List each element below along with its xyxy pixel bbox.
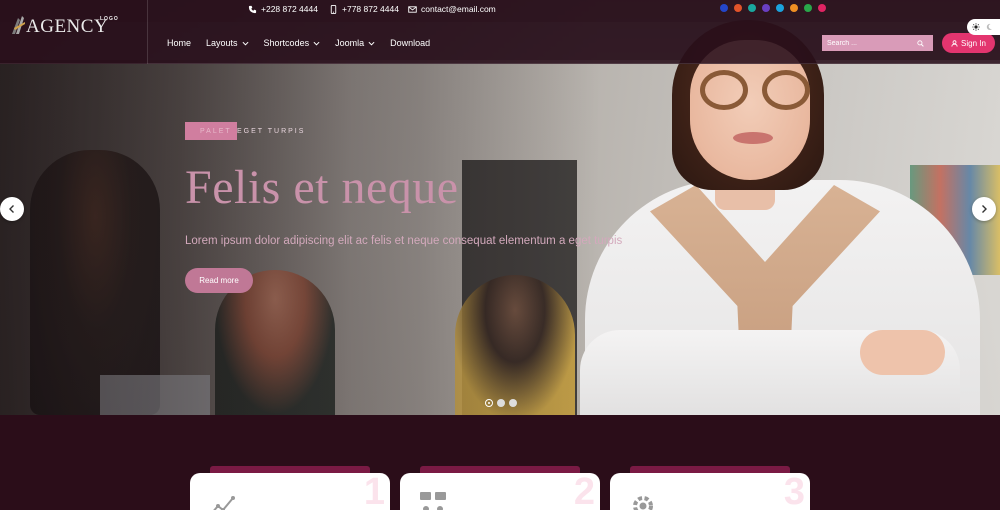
chevron-down-icon [368, 41, 375, 46]
mobile-icon [330, 4, 337, 14]
email-text: contact@email.com [421, 4, 496, 14]
theme-color-dot-2[interactable] [734, 4, 742, 12]
contact-email[interactable]: contact@email.com [408, 4, 496, 14]
main-navbar: AGENCY LOGO Home Layouts Shortcodes Joom… [0, 0, 1000, 64]
sun-icon [972, 23, 980, 31]
feature-card-number: 2 [573, 471, 595, 510]
nav-item-shortcodes[interactable]: Shortcodes [264, 38, 321, 48]
read-more-button[interactable]: Read more [185, 268, 253, 293]
slider-dot-1[interactable] [485, 399, 493, 407]
contact-phone-2[interactable]: +778 872 4444 [329, 4, 399, 14]
slider-dot-2[interactable] [497, 399, 505, 407]
users-chat-icon [420, 492, 446, 510]
theme-color-dot-8[interactable] [818, 4, 826, 12]
logo-text: AGENCY [26, 16, 109, 37]
nav-item-label: Download [390, 38, 431, 48]
nav-menu: Home Layouts Shortcodes Joomla Download [167, 22, 445, 64]
gear-icon [633, 496, 653, 510]
site-logo[interactable]: AGENCY LOGO [10, 14, 118, 37]
theme-color-dot-6[interactable] [790, 4, 798, 12]
logo-mark-icon [12, 16, 25, 34]
envelope-icon [408, 5, 417, 13]
slider-prev-button[interactable] [0, 197, 24, 221]
sign-in-label: Sign In [961, 38, 986, 48]
nav-item-layouts[interactable]: Layouts [206, 38, 249, 48]
contact-phone-1[interactable]: +228 872 4444 [248, 4, 318, 14]
woman-glasses [700, 70, 818, 110]
dark-mode-toggle[interactable] [967, 19, 1000, 35]
feature-card-number: 1 [363, 471, 385, 510]
theme-color-switcher [720, 4, 826, 12]
features-section: 1 2 3 [0, 415, 1000, 510]
feature-card-number: 3 [783, 471, 805, 510]
theme-color-dot-3[interactable] [748, 4, 756, 12]
theme-color-dot-5[interactable] [776, 4, 784, 12]
chevron-right-icon [982, 205, 987, 213]
feature-card[interactable]: 3 [610, 473, 810, 510]
search-input[interactable] [827, 39, 917, 47]
nav-item-joomla[interactable]: Joomla [335, 38, 375, 48]
chevron-left-icon [9, 205, 14, 213]
woman-hand [860, 330, 945, 375]
nav-item-download[interactable]: Download [390, 38, 430, 48]
nav-item-label: Joomla [335, 38, 365, 48]
feature-card[interactable]: 2 [400, 473, 600, 510]
top-bar: +228 872 4444 +778 872 4444 contact@emai… [0, 0, 1000, 22]
search-icon[interactable] [917, 39, 924, 47]
hero-title: Felis et neque [185, 161, 459, 214]
nav-item-label: Shortcodes [263, 38, 310, 48]
hero-badge: PALET EGET TURPIS [185, 122, 305, 140]
slider-dots [485, 399, 517, 407]
slider-dot-3[interactable] [509, 399, 517, 407]
sign-in-button[interactable]: Sign In [942, 33, 995, 53]
theme-color-dot-7[interactable] [804, 4, 812, 12]
hero-text: Lorem ipsum dolor adipiscing elit ac fel… [185, 235, 623, 247]
slider-next-button[interactable] [972, 197, 996, 221]
theme-color-dot-4[interactable] [762, 4, 770, 12]
woman-lips [733, 132, 773, 144]
nav-item-home[interactable]: Home [167, 38, 191, 48]
hero-badge-text: EGET TURPIS [237, 127, 306, 135]
phone-icon [248, 5, 257, 13]
nav-item-label: Layouts [206, 38, 238, 48]
search-box [822, 35, 933, 51]
phone-2-text: +778 872 4444 [342, 4, 399, 14]
theme-color-dot-1[interactable] [720, 4, 728, 12]
chart-icon [213, 496, 235, 510]
chevron-down-icon [313, 41, 320, 46]
hero-badge-highlight: PALET [185, 122, 237, 140]
brand-area: AGENCY LOGO [0, 0, 148, 64]
nav-item-label: Home [167, 38, 192, 48]
moon-icon [986, 23, 992, 30]
user-icon [951, 39, 958, 47]
phone-1-text: +228 872 4444 [261, 4, 318, 14]
logo-sup-text: LOGO [100, 16, 119, 22]
feature-card[interactable]: 1 [190, 473, 390, 510]
chevron-down-icon [242, 41, 249, 46]
